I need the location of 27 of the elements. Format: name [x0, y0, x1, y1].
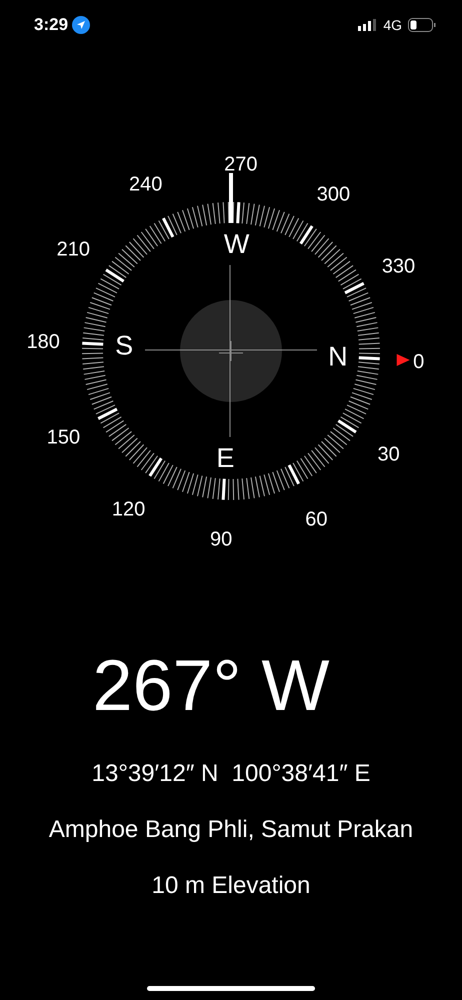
battery-icon [408, 18, 436, 32]
degree-label: 90 [210, 528, 232, 551]
cardinal-label: N [328, 342, 348, 372]
degree-label: 150 [46, 426, 80, 448]
degree-label: 60 [305, 508, 328, 530]
cardinal-label: S [115, 330, 134, 360]
degree-label: 330 [382, 256, 416, 278]
coordinates: 13°39′12″ N 100°38′41″ E [92, 759, 370, 789]
cardinal-label: W [224, 229, 250, 260]
degree-label: 180 [26, 331, 60, 354]
cardinal-label: E [216, 442, 234, 473]
status-time: 3:29 [34, 14, 68, 36]
degree-label: 210 [56, 238, 90, 261]
north-marker-icon [396, 354, 410, 366]
heading-reading: 267° W [92, 650, 330, 722]
signal-icon [358, 19, 378, 31]
network-type: 4G [383, 16, 402, 34]
degree-label: 0 [413, 350, 424, 373]
heading-indicator [229, 173, 233, 223]
elevation: 10 m Elevation [152, 871, 310, 901]
location-icon [72, 16, 90, 34]
degree-label: 270 [224, 153, 258, 176]
place-name: Amphoe Bang Phli, Samut Prakan [48, 815, 414, 845]
degree-label: 30 [378, 443, 400, 466]
degree-label: 240 [128, 174, 162, 196]
degree-label: 300 [316, 183, 350, 206]
degree-label: 120 [112, 498, 146, 521]
